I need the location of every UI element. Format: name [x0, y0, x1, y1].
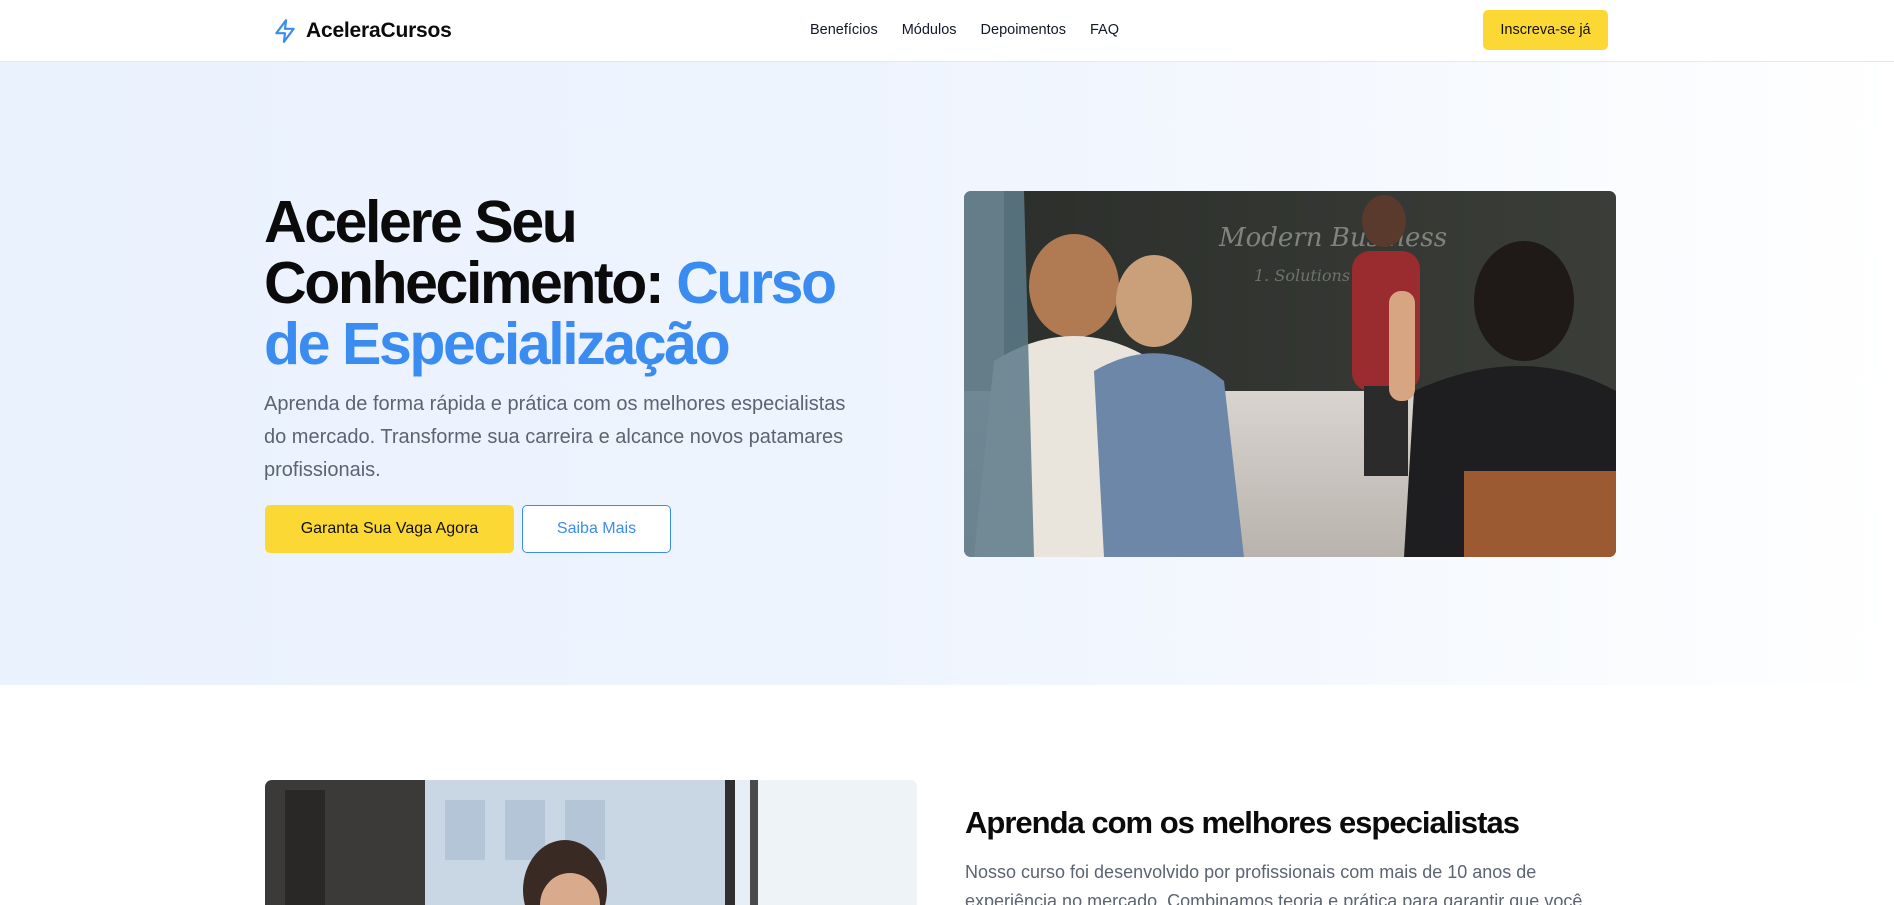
brand-name: AceleraCursos	[306, 19, 452, 42]
enroll-now-button[interactable]: Garanta Sua Vaga Agora	[265, 505, 514, 553]
classroom-photo: Modern Business 1. Solutions	[964, 191, 1616, 557]
svg-text:1. Solutions: 1. Solutions	[1254, 266, 1350, 285]
nav-item-faq[interactable]: FAQ	[1090, 20, 1119, 40]
nav-item-modulos[interactable]: Módulos	[902, 20, 957, 40]
lightning-bolt-icon	[275, 19, 295, 43]
hero-subtitle: Aprenda de forma rápida e prática com os…	[264, 393, 846, 481]
brand-logo-link[interactable]: AceleraCursos	[272, 16, 452, 46]
nav-item-depoimentos[interactable]: Depoimentos	[981, 20, 1066, 40]
main-nav: Benefícios Módulos Depoimentos FAQ	[810, 20, 1119, 40]
hero-section: Acelere Seu Conhecimento: Curso de Espec…	[0, 62, 1894, 685]
svg-text:Modern Business: Modern Business	[1218, 223, 1447, 253]
learn-more-button[interactable]: Saiba Mais	[522, 505, 671, 553]
student-with-headset-photo	[265, 780, 917, 905]
site-header: AceleraCursos Benefícios Módulos Depoime…	[0, 0, 1894, 62]
hero-title: Acelere Seu Conhecimento: Curso de Espec…	[264, 192, 884, 375]
hero-title-line1: Acelere Seu	[264, 189, 578, 255]
hero-title-line2: Conhecimento:	[264, 250, 677, 316]
nav-item-beneficios[interactable]: Benefícios	[810, 20, 878, 40]
hero-title-accent-2: de Especialização	[264, 311, 731, 377]
experts-description: Nosso curso foi desenvolvido por profiss…	[965, 862, 1583, 905]
classroom-illustration: Modern Business 1. Solutions	[964, 191, 1616, 557]
experts-title: Aprenda com os melhores especialistas	[965, 805, 1520, 840]
student-illustration	[265, 780, 917, 905]
hero-title-accent-1: Curso	[676, 250, 837, 316]
signup-button[interactable]: Inscreva-se já	[1483, 10, 1608, 50]
